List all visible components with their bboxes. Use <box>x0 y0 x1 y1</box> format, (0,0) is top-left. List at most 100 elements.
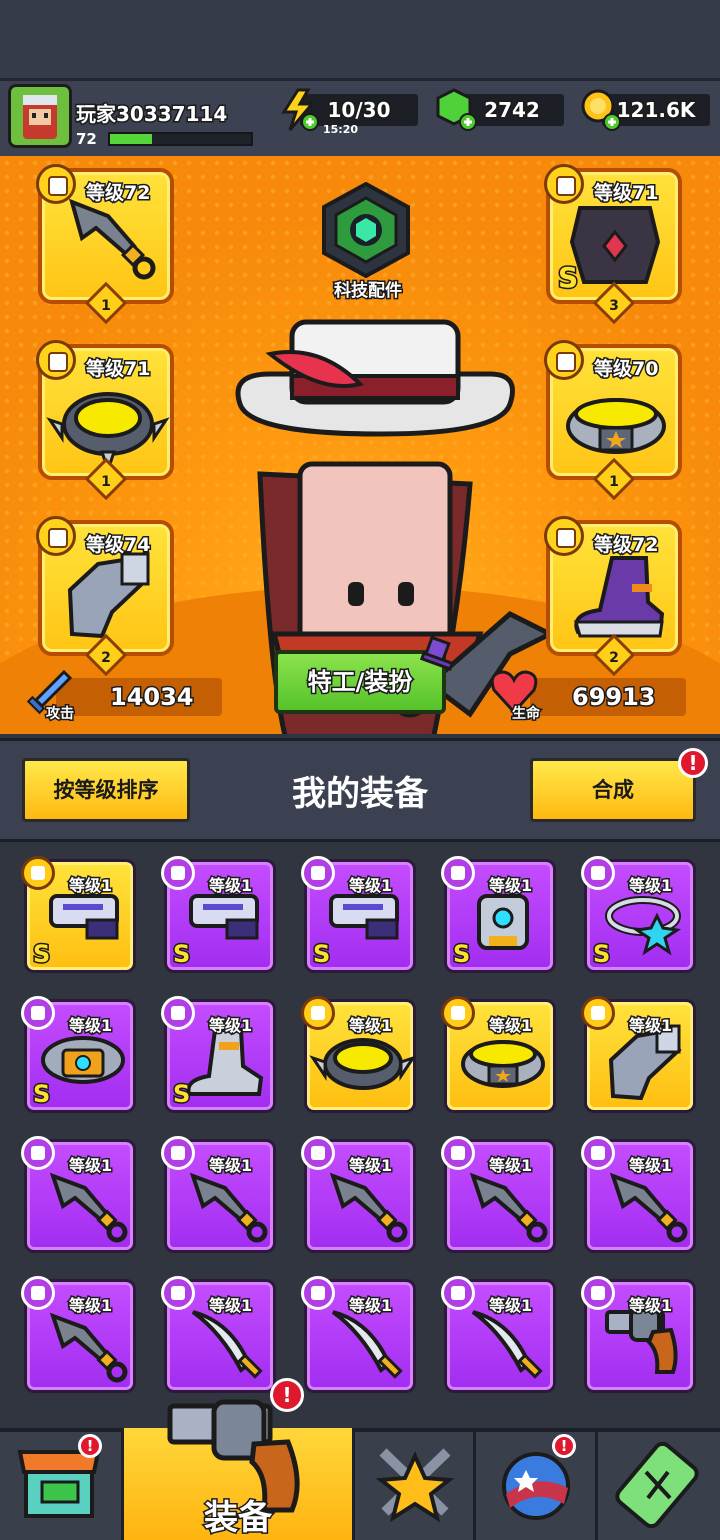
inventory-item[interactable]: 等级1 S <box>581 856 696 973</box>
inventory-item[interactable]: 等级1 <box>581 996 696 1113</box>
energy-capsule-icon <box>615 1441 699 1529</box>
shop-alert-badge: ! <box>78 1434 102 1458</box>
nav-tab-battle[interactable] <box>352 1432 476 1540</box>
inventory-item[interactable]: 等级1 <box>441 996 556 1113</box>
inventory-item[interactable]: 等级1 S <box>441 856 556 973</box>
xp-bar <box>108 132 253 146</box>
item-level: 等级1 <box>207 875 253 897</box>
inventory-item[interactable]: 等级1 <box>301 996 417 1113</box>
inventory-item[interactable]: 等级1 S <box>161 856 276 973</box>
item-level: 等级1 <box>207 1015 253 1037</box>
xp-bar-fill <box>110 134 153 144</box>
sort-by-level-button[interactable]: 按等级排序 <box>22 758 190 822</box>
slot-necklace[interactable]: 等级71 1 <box>36 340 174 501</box>
lightning-icon[interactable] <box>278 88 320 132</box>
tech-accessory-slot[interactable] <box>318 181 414 279</box>
player-avatar[interactable] <box>8 84 72 148</box>
my-equipment-title: 我的装备 <box>292 774 428 814</box>
nav-tab-events[interactable] <box>476 1432 598 1540</box>
energy-timer: 15:20 <box>323 123 359 136</box>
item-level: 等级1 <box>487 875 533 897</box>
inventory-item[interactable]: 等级1 <box>301 1136 416 1253</box>
item-type-badge <box>21 996 55 1030</box>
inventory-item[interactable]: 等级1 <box>21 1276 136 1393</box>
inventory-item[interactable]: 等级1 S <box>21 856 136 973</box>
status-area <box>0 0 720 78</box>
boots-level: 等级72 <box>592 533 659 558</box>
inventory-item[interactable]: 等级1 S <box>161 996 276 1113</box>
attack-label: 攻击 <box>45 705 76 724</box>
armor-type-badge <box>544 164 584 204</box>
belt-type-badge <box>544 340 584 380</box>
slot-weapon[interactable]: 等级72 1 <box>36 164 174 325</box>
boots-type-badge <box>544 516 584 556</box>
item-level: 等级1 <box>207 1295 253 1317</box>
item-type-badge <box>581 1136 615 1170</box>
item-level: 等级1 <box>67 1155 113 1177</box>
inventory-item[interactable]: 等级1 <box>301 1276 416 1393</box>
item-type-badge <box>301 1276 335 1310</box>
item-type-badge <box>21 1276 55 1310</box>
nav-equipment-label: 装备 <box>203 1497 274 1540</box>
item-level: 等级1 <box>347 1015 393 1037</box>
inventory-item[interactable]: 等级1 S <box>21 996 136 1113</box>
nav-tab-evolve[interactable] <box>598 1432 720 1540</box>
item-rarity: S <box>171 939 191 970</box>
player-name: 玩家30337114 <box>74 101 228 128</box>
item-type-badge <box>301 996 335 1030</box>
item-level: 等级1 <box>487 1295 533 1317</box>
item-level: 等级1 <box>67 1295 113 1317</box>
item-type-badge <box>441 1136 475 1170</box>
item-type-badge <box>441 996 475 1030</box>
gold-coin-icon[interactable] <box>580 88 624 132</box>
item-level: 等级1 <box>67 1015 113 1037</box>
gloves-count: 2 <box>101 650 111 666</box>
slot-armor[interactable]: 等级71 S 3 <box>544 164 682 325</box>
item-level: 等级1 <box>347 875 393 897</box>
weapon-type-badge <box>36 164 76 204</box>
item-level: 等级1 <box>347 1295 393 1317</box>
belt-level: 等级70 <box>592 357 659 382</box>
inventory-item[interactable]: 等级1 <box>441 1276 556 1393</box>
inventory-item[interactable]: 等级1 <box>161 1136 276 1253</box>
green-gem-icon[interactable] <box>436 88 480 132</box>
necklace-count: 1 <box>101 474 111 490</box>
item-level: 等级1 <box>207 1155 253 1177</box>
weapon-level: 等级72 <box>84 181 151 206</box>
slot-gloves[interactable]: 等级74 2 <box>36 516 174 677</box>
inventory-item[interactable]: 等级1 <box>21 1136 136 1253</box>
belt-count: 1 <box>609 474 619 490</box>
item-type-badge <box>301 856 335 890</box>
inventory-item[interactable]: 等级1 <box>441 1136 556 1253</box>
inventory-item[interactable]: 等级1 <box>161 1276 276 1393</box>
item-type-badge <box>441 856 475 890</box>
gloves-type-badge <box>36 516 76 556</box>
item-rarity: S <box>451 939 471 970</box>
events-alert-badge: ! <box>552 1434 576 1458</box>
slot-belt[interactable]: 等级70 1 <box>544 340 682 501</box>
shop-icon <box>17 1450 101 1518</box>
inventory-item[interactable]: 等级1 <box>581 1136 696 1253</box>
inventory-item[interactable]: 等级1 <box>581 1276 696 1393</box>
tech-accessory-label: 科技配件 <box>333 280 404 303</box>
tech-hexagon-icon <box>322 181 410 279</box>
item-type-badge <box>441 1276 475 1310</box>
inventory-item[interactable]: 等级1 S <box>301 856 416 973</box>
armor-count: 3 <box>609 298 619 314</box>
hp-label: 生命 <box>511 705 542 724</box>
slot-boots[interactable]: 等级72 2 <box>544 516 682 677</box>
armor-level: 等级71 <box>592 181 659 206</box>
item-level: 等级1 <box>627 1015 673 1037</box>
nav-tab-shop[interactable] <box>0 1432 124 1540</box>
boots-count: 2 <box>609 650 619 666</box>
top-hat-icon <box>419 635 455 671</box>
weapon-count: 1 <box>101 298 111 314</box>
item-type-badge <box>161 1276 195 1310</box>
merge-alert-badge: ! <box>678 748 708 778</box>
merge-button[interactable]: 合成 <box>530 758 696 822</box>
crossed-swords-star-icon <box>375 1448 455 1523</box>
item-type-badge <box>581 1276 615 1310</box>
item-level: 等级1 <box>627 1155 673 1177</box>
gloves-level: 等级74 <box>84 533 151 558</box>
item-rarity: S <box>311 939 331 970</box>
